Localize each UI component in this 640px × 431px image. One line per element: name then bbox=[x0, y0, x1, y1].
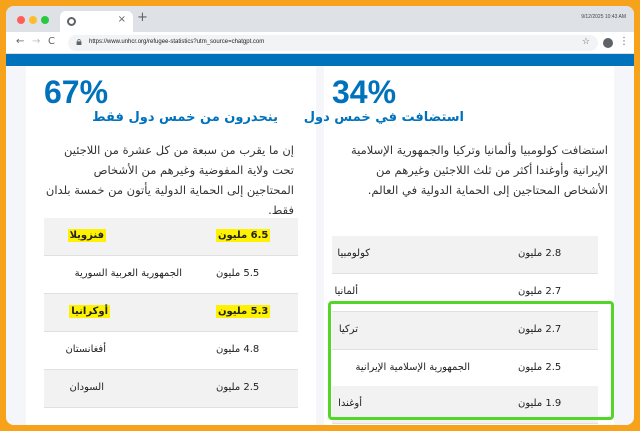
browser-toolbar: ← → C https://www.unhcr.org/refugee-stat… bbox=[6, 32, 634, 54]
table-row: 2.5 مليون الجمهورية الإسلامية الإيرانية bbox=[332, 350, 598, 388]
row-country: أوغندا bbox=[338, 398, 362, 409]
row-country: كولومبيا bbox=[337, 248, 370, 259]
row-value: 2.5 مليون bbox=[518, 362, 562, 373]
table-row: 1.9 مليون أوغندا bbox=[332, 386, 598, 424]
row-value: 4.8 مليون bbox=[216, 344, 260, 355]
site-header-bar bbox=[6, 54, 634, 66]
row-country: أوكرانيا bbox=[69, 305, 110, 318]
site-favicon-icon bbox=[67, 17, 76, 26]
table-row: 2.7 مليون ألمانيا bbox=[332, 274, 598, 312]
row-value: 2.5 مليون bbox=[216, 382, 260, 393]
row-value: 6.5 مليون bbox=[216, 229, 271, 242]
tab-close-icon[interactable]: × bbox=[118, 14, 126, 25]
url-text[interactable]: https://www.unhcr.org/refugee-statistics… bbox=[89, 39, 264, 45]
row-value: 5.5 مليون bbox=[216, 268, 260, 279]
table-row: 4.8 مليون أفغانستان bbox=[44, 332, 298, 370]
close-window-button[interactable] bbox=[17, 16, 25, 24]
tab-bar: × + 9/12/2025 10:43 AM bbox=[6, 6, 634, 32]
table-row: 6.5 مليون فنزويلا bbox=[44, 218, 298, 256]
profile-avatar-icon[interactable] bbox=[603, 38, 613, 48]
row-country: فنزويلا bbox=[67, 229, 106, 242]
row-value: 1.9 مليون bbox=[518, 398, 562, 409]
origin-countries-card: 67% ينحدرون من خمس دول فقط إن ما يقرب من… bbox=[26, 66, 316, 425]
row-country: الجمهورية العربية السورية bbox=[74, 268, 182, 279]
host-description: استضافت كولومبيا وألمانيا وتركيا والجمهو… bbox=[351, 143, 608, 197]
row-country: السودان bbox=[69, 382, 105, 393]
row-value: 2.8 مليون bbox=[518, 248, 562, 259]
table-row: 5.3 مليون أوكرانيا bbox=[44, 294, 298, 332]
kebab-menu-icon[interactable]: ⋮ bbox=[619, 36, 629, 47]
origin-percent: 67% bbox=[44, 74, 109, 110]
table-row: 5.5 مليون الجمهورية العربية السورية bbox=[44, 256, 298, 294]
table-row: 2.7 مليون تركيا bbox=[332, 312, 598, 350]
host-heading: استضافت في خمس دول bbox=[303, 110, 464, 125]
row-country: ألمانيا bbox=[334, 286, 358, 297]
address-bar[interactable]: https://www.unhcr.org/refugee-statistics… bbox=[68, 35, 598, 51]
row-country: تركيا bbox=[338, 324, 358, 335]
table-row: 2.8 مليون كولومبيا bbox=[332, 236, 598, 274]
browser-tab[interactable]: × bbox=[60, 11, 133, 32]
system-clock: 9/12/2025 10:43 AM bbox=[581, 14, 626, 20]
origin-heading: ينحدرون من خمس دول فقط bbox=[92, 110, 278, 125]
maximize-window-button[interactable] bbox=[41, 16, 49, 24]
row-value: 2.7 مليون bbox=[518, 286, 562, 297]
forward-arrow-icon[interactable]: → bbox=[32, 36, 40, 47]
back-arrow-icon[interactable]: ← bbox=[16, 36, 24, 47]
minimize-window-button[interactable] bbox=[29, 16, 37, 24]
lock-icon bbox=[76, 39, 82, 45]
row-country: أفغانستان bbox=[65, 344, 106, 355]
row-value: 5.3 مليون bbox=[216, 305, 271, 318]
host-percent: 34% bbox=[332, 74, 397, 110]
row-value: 2.7 مليون bbox=[518, 324, 562, 335]
origin-description: إن ما يقرب من سبعة من كل عشرة من اللاجئي… bbox=[45, 143, 294, 217]
browser-window: × + 9/12/2025 10:43 AM ← → C https://www… bbox=[6, 6, 634, 425]
table-row: 2.5 مليون السودان bbox=[44, 370, 298, 408]
new-tab-button[interactable]: + bbox=[137, 10, 148, 25]
host-countries-card: 34% استضافت في خمس دول استضافت كولومبيا … bbox=[304, 66, 614, 425]
row-country: الجمهورية الإسلامية الإيرانية bbox=[355, 362, 470, 373]
bookmark-star-icon[interactable]: ☆ bbox=[582, 37, 590, 47]
page-content: 67% ينحدرون من خمس دول فقط إن ما يقرب من… bbox=[6, 66, 634, 425]
reload-icon[interactable]: C bbox=[48, 36, 55, 47]
